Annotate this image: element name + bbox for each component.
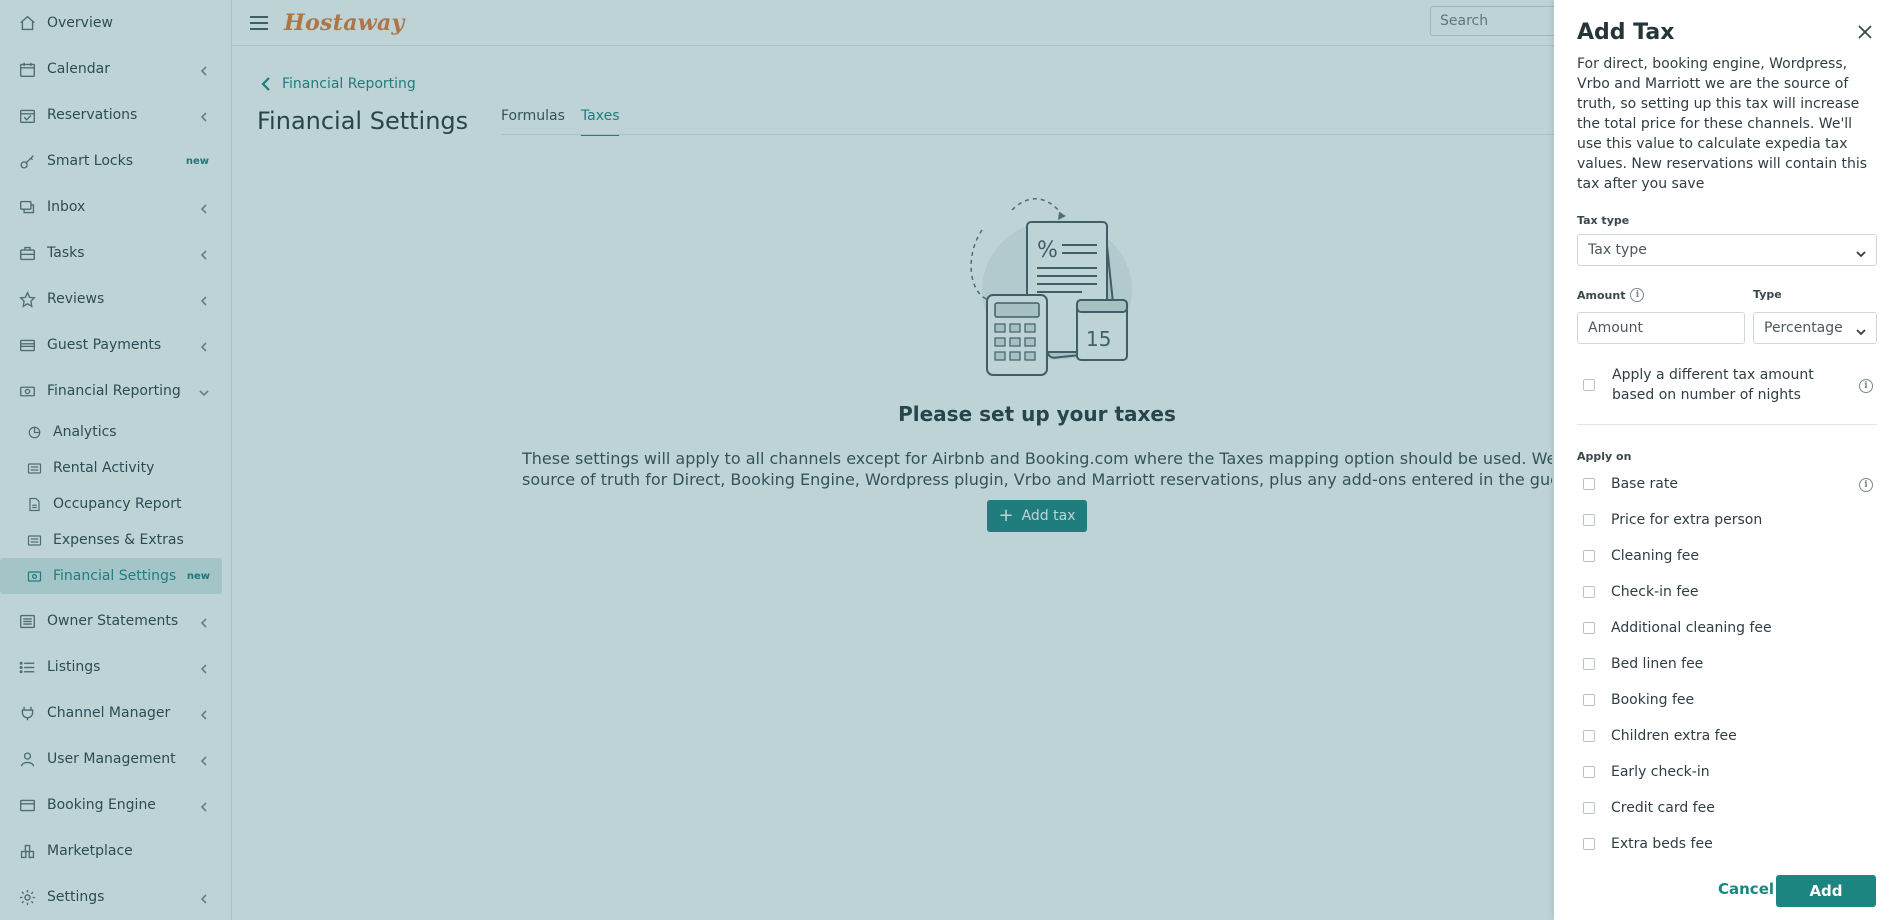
add-tax-drawer: Add Tax For direct, booking engine, Word… (1554, 0, 1900, 920)
drawer-title: Add Tax (1577, 20, 1675, 45)
apply-on-option-label: Price for extra person (1611, 512, 1763, 528)
cancel-button[interactable]: Cancel (1718, 880, 1774, 898)
apply-on-option-label: Check-in fee (1611, 584, 1699, 600)
checkbox[interactable] (1583, 478, 1595, 490)
amount-label: Amount (1577, 288, 1626, 302)
apply-on-option-price-for-extra-person[interactable]: Price for extra person (1583, 512, 1762, 528)
type-select[interactable]: Percentage (1753, 312, 1877, 344)
apply-on-option-label: Bed linen fee (1611, 656, 1704, 672)
apply-on-option-label: Cleaning fee (1611, 548, 1699, 564)
checkbox[interactable] (1583, 550, 1595, 562)
tax-type-select[interactable]: Tax type (1577, 234, 1877, 266)
drawer-divider (1577, 424, 1877, 425)
checkbox[interactable] (1583, 802, 1595, 814)
checkbox[interactable] (1583, 514, 1595, 526)
chevron-down-icon (1856, 324, 1866, 336)
checkbox[interactable] (1583, 586, 1595, 598)
apply-on-option-label: Booking fee (1611, 692, 1695, 708)
apply-on-option-booking-fee[interactable]: Booking fee (1583, 692, 1694, 708)
checkbox[interactable] (1583, 766, 1595, 778)
apply-on-option-bed-linen-fee[interactable]: Bed linen fee (1583, 656, 1703, 672)
checkbox[interactable] (1583, 622, 1595, 634)
close-icon[interactable] (1858, 24, 1872, 39)
apply-on-label: Apply on (1577, 450, 1632, 463)
apply-on-option-label: Credit card fee (1611, 800, 1715, 816)
apply-on-option-extra-beds-fee[interactable]: Extra beds fee (1583, 836, 1713, 852)
info-icon[interactable]: i (1630, 288, 1645, 302)
apply-on-option-cleaning-fee[interactable]: Cleaning fee (1583, 548, 1699, 564)
apply-on-option-label: Children extra fee (1611, 728, 1737, 744)
type-label: Type (1753, 288, 1782, 301)
apply-on-option-credit-card-fee[interactable]: Credit card fee (1583, 800, 1715, 816)
apply-on-option-check-in-fee[interactable]: Check-in fee (1583, 584, 1699, 600)
apply-on-option-base-rate[interactable]: Base rate (1583, 476, 1678, 492)
info-icon[interactable]: i (1859, 379, 1873, 393)
modal-backdrop[interactable] (0, 0, 1554, 920)
apply-on-option-children-extra-fee[interactable]: Children extra fee (1583, 728, 1737, 744)
add-button[interactable]: Add (1776, 875, 1876, 907)
drawer-description: For direct, booking engine, Wordpress, V… (1577, 56, 1868, 192)
apply-on-option-label: Additional cleaning fee (1611, 620, 1772, 636)
apply-on-option-label: Early check-in (1611, 764, 1710, 780)
checkbox[interactable] (1583, 658, 1595, 670)
checkbox[interactable] (1583, 694, 1595, 706)
type-value: Percentage (1764, 320, 1843, 336)
amount-input[interactable]: Amount (1577, 312, 1745, 344)
amount-label-group: Amount i (1577, 288, 1645, 302)
tax-type-label: Tax type (1577, 214, 1630, 227)
chevron-down-icon (1856, 246, 1866, 258)
checkbox[interactable] (1583, 730, 1595, 742)
checkbox[interactable] (1583, 838, 1595, 850)
apply-on-option-label: Base rate (1611, 476, 1678, 492)
nights-checkbox[interactable] (1583, 379, 1595, 391)
nights-option-label: Apply a different tax amount based on nu… (1612, 367, 1814, 403)
apply-on-option-early-check-in[interactable]: Early check-in (1583, 764, 1710, 780)
info-icon[interactable]: i (1859, 478, 1873, 492)
tax-type-placeholder: Tax type (1588, 242, 1647, 258)
apply-on-option-label: Extra beds fee (1611, 836, 1713, 852)
apply-on-option-additional-cleaning-fee[interactable]: Additional cleaning fee (1583, 620, 1772, 636)
